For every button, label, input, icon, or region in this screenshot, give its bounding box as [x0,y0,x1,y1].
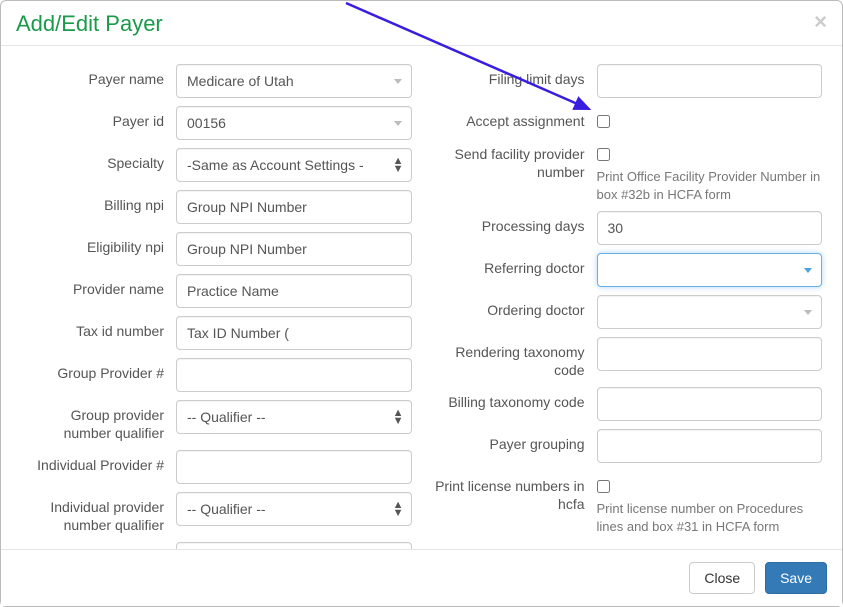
payer-name-label: Payer name [21,64,176,89]
tax-id-label: Tax id number [21,316,176,341]
group-provider-qual-label: Group provider number qualifier [21,400,176,442]
close-icon[interactable]: × [814,11,827,33]
payer-id-label: Payer id [21,106,176,131]
payer-id-input[interactable] [176,106,412,140]
processing-days-input[interactable] [597,211,823,245]
save-button[interactable]: Save [765,562,827,594]
provider-name-label: Provider name [21,274,176,299]
payer-grouping-input[interactable] [597,429,823,463]
billing-npi-label: Billing npi [21,190,176,215]
rendering-taxonomy-label: Rendering taxonomy code [432,337,597,379]
billing-taxonomy-label: Billing taxonomy code [432,387,597,412]
filing-limit-input[interactable] [597,64,823,98]
close-button[interactable]: Close [689,562,755,594]
print-license-checkbox[interactable] [597,480,610,493]
send-facility-checkbox[interactable] [597,148,610,161]
processing-days-label: Processing days [432,211,597,236]
group-provider-input[interactable] [176,358,412,392]
print-license-helper: Print license number on Procedures lines… [597,500,823,535]
individual-provider-input[interactable] [176,450,412,484]
send-facility-label: Send facility provider number [432,139,597,181]
individual-provider-qual-select[interactable] [176,492,412,526]
modal-title: Add/Edit Payer [16,11,163,37]
specialty-select[interactable] [176,148,412,182]
print-license-label: Print license numbers in hcfa [432,471,597,513]
provider-name-input[interactable] [176,274,412,308]
eligibility-npi-label: Eligibility npi [21,232,176,257]
referring-doctor-input[interactable] [597,253,823,287]
eligibility-npi-input[interactable] [176,232,412,266]
tax-id-input[interactable] [176,316,412,350]
accept-assignment-checkbox[interactable] [597,115,610,128]
specialty-label: Specialty [21,148,176,173]
individual-provider-qual-label: Individual provider number qualifier [21,492,176,534]
referring-doctor-label: Referring doctor [432,253,597,278]
ordering-doctor-label: Ordering doctor [432,295,597,320]
payer-grouping-label: Payer grouping [432,429,597,454]
rendering-taxonomy-input[interactable] [597,337,823,371]
group-provider-label: Group Provider # [21,358,176,383]
accept-assignment-label: Accept assignment [432,106,597,131]
send-facility-helper: Print Office Facility Provider Number in… [597,168,823,203]
payer-name-input[interactable] [176,64,412,98]
ordering-doctor-input[interactable] [597,295,823,329]
group-provider-qual-select[interactable] [176,400,412,434]
billing-taxonomy-input[interactable] [597,387,823,421]
individual-provider-label: Individual Provider # [21,450,176,475]
billing-npi-input[interactable] [176,190,412,224]
filing-limit-label: Filing limit days [432,64,597,89]
